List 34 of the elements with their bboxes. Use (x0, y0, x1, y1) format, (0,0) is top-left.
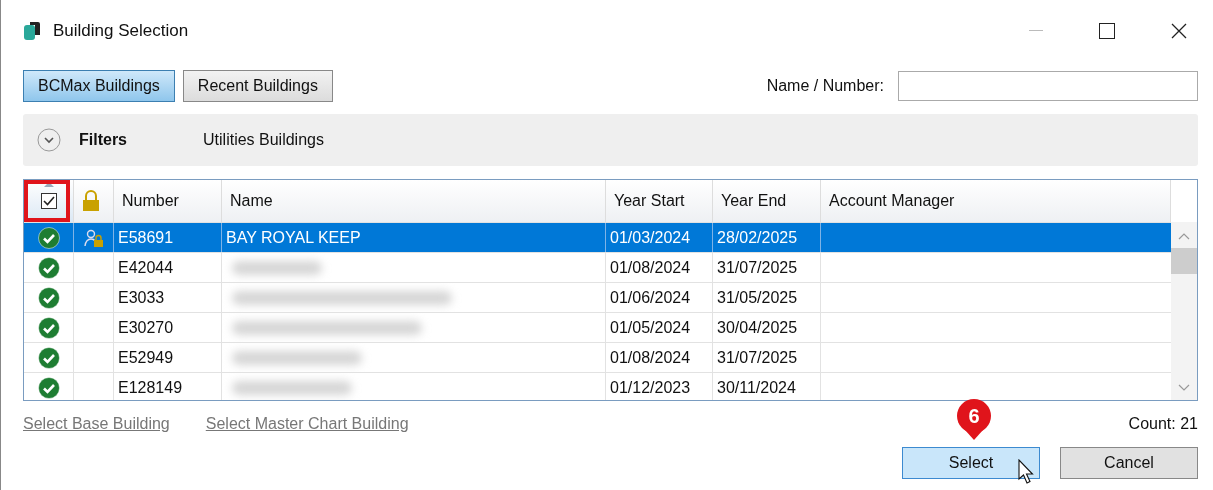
table-cell: 31/07/2025 (713, 343, 821, 372)
table-cell: 28/02/2025 (713, 223, 821, 252)
table-row[interactable]: E58691 BAY ROYAL KEEP 01/03/2024 28/02/2025 (24, 222, 1171, 252)
table-cell: 01/08/2024 (606, 253, 713, 282)
table-cell: 30/11/2024 (713, 373, 821, 400)
table-cell: E42044 (114, 253, 222, 282)
table-row[interactable]: E128149 01/12/2023 30/11/2024 (24, 372, 1171, 400)
table-row[interactable]: E42044 01/08/2024 31/07/2025 (24, 252, 1171, 282)
tab[interactable]: BCMax Buildings (23, 70, 175, 102)
table-cell: 31/07/2025 (713, 253, 821, 282)
table-cell: E52949 (114, 343, 222, 372)
table-cell: E128149 (114, 373, 222, 400)
filters-label: Filters (79, 131, 127, 149)
table-cell: 30/04/2025 (713, 313, 821, 342)
table-cell: BAY ROYAL KEEP (226, 228, 361, 247)
window-title: Building Selection (53, 21, 189, 41)
table-cell: 31/05/2025 (713, 283, 821, 312)
table-cell: E58691 (114, 223, 222, 252)
dialog-button[interactable]: Cancel (1060, 447, 1198, 479)
table-cell: 01/05/2024 (606, 313, 713, 342)
dialog-button[interactable]: Select (902, 447, 1040, 479)
table-cell: E3033 (114, 283, 222, 312)
table-cell: E30270 (114, 313, 222, 342)
table-row[interactable]: E52949 01/08/2024 31/07/2025 (24, 342, 1171, 372)
table-cell: 01/06/2024 (606, 283, 713, 312)
field-label: Name / Number: (766, 77, 884, 95)
tab[interactable]: Recent Buildings (182, 70, 333, 102)
count-label: Count: 21 (1128, 415, 1198, 433)
table-cell: 01/03/2024 (606, 223, 713, 252)
filter-value: Utilities Buildings (203, 131, 324, 149)
table-row[interactable]: E30270 01/05/2024 30/04/2025 (24, 312, 1171, 342)
table-row[interactable]: E3033 01/06/2024 31/05/2025 (24, 282, 1171, 312)
table-cell: 01/12/2023 (606, 373, 713, 400)
table-cell: 01/08/2024 (606, 343, 713, 372)
